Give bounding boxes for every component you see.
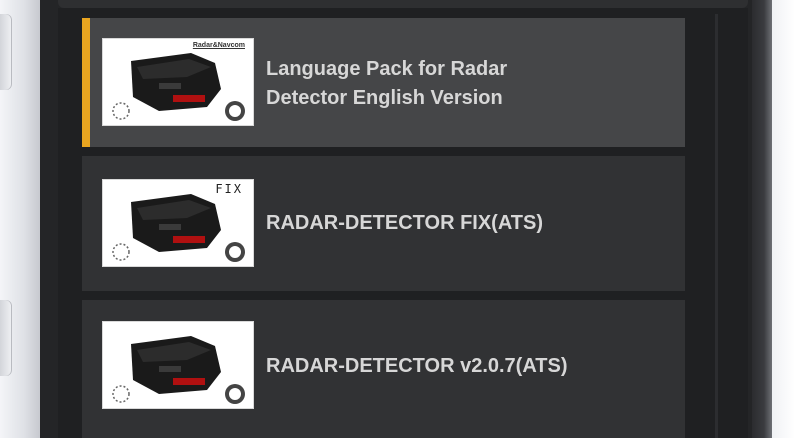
thumbnail-tag: Radar&Navcom: [192, 42, 245, 49]
right-frame-edge: [752, 0, 772, 438]
left-frame: [0, 0, 40, 438]
left-frame-tab: [0, 14, 12, 90]
selection-indicator: [82, 18, 90, 147]
mod-title-line: Detector English Version: [266, 87, 503, 109]
radar-detector-image: [112, 53, 245, 121]
mod-item[interactable]: RADAR-DETECTOR v2.0.7(ATS): [82, 300, 685, 438]
mod-title: RADAR-DETECTOR FIX(ATS): [266, 212, 544, 234]
mod-item[interactable]: FIX RADAR-DETECTOR FIX(ATS): [82, 156, 685, 291]
mod-item[interactable]: Radar&Navcom Language Pack for Radar Det…: [82, 18, 685, 147]
radar-detector-image: [112, 336, 245, 404]
scrollbar-track[interactable]: [715, 14, 718, 438]
mod-title-line: Language Pack for Radar: [266, 58, 508, 80]
mod-thumbnail: Radar&Navcom: [102, 38, 254, 126]
mod-thumbnail: FIX: [102, 179, 254, 267]
panel-top-edge: [58, 0, 748, 8]
mod-thumbnail: [102, 321, 254, 409]
thumbnail-tag: FIX: [215, 182, 243, 196]
left-frame-tab: [0, 300, 12, 376]
mod-title: RADAR-DETECTOR v2.0.7(ATS): [266, 355, 568, 377]
mod-title: Language Pack for Radar Detector English…: [266, 55, 507, 113]
